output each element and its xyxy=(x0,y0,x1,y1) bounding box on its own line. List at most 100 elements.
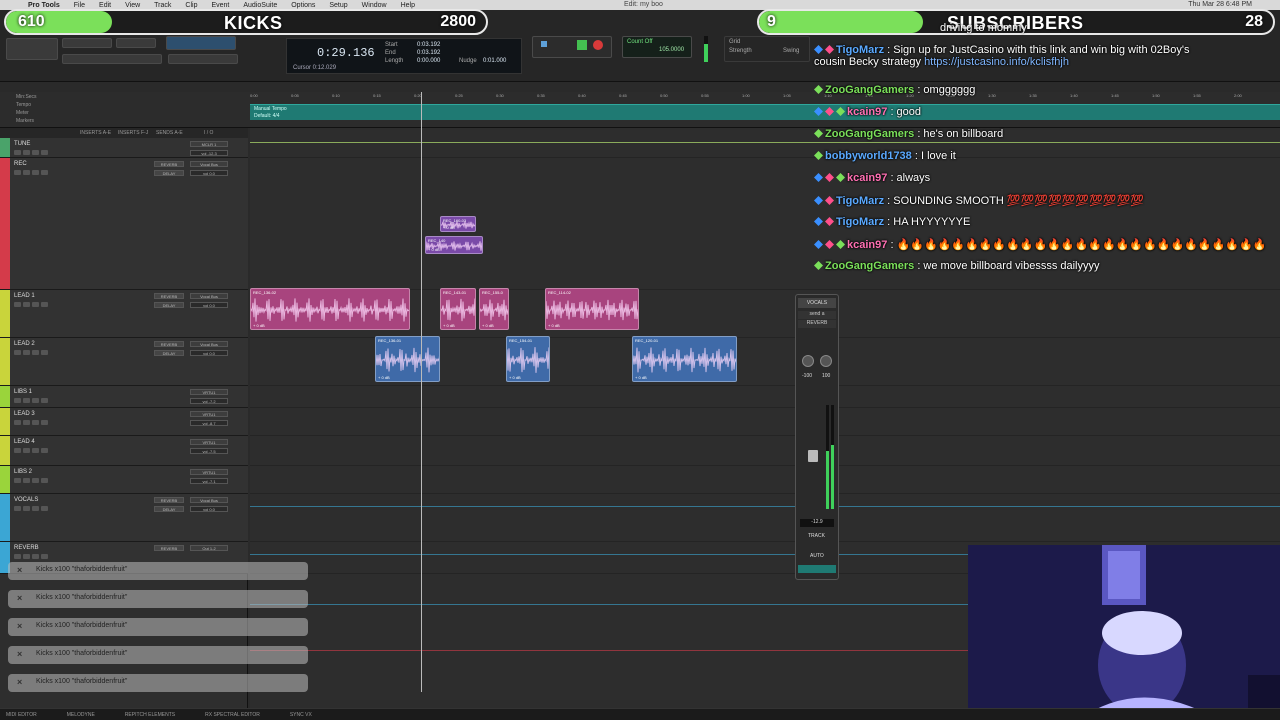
io-selector[interactable]: MCLR 1 xyxy=(190,141,228,147)
track-header[interactable]: TUNE MCLR 1 vol -12.3 xyxy=(0,138,248,158)
close-icon[interactable]: × xyxy=(17,677,22,687)
menu-item[interactable]: Help xyxy=(401,2,415,9)
io-selector[interactable]: Vocal Bus xyxy=(190,497,228,503)
grid-nudge-buttons[interactable] xyxy=(168,54,238,64)
input-monitor-button[interactable] xyxy=(23,448,30,453)
fader-level-value[interactable]: -12.9 xyxy=(800,519,834,527)
menu-item[interactable]: Setup xyxy=(329,2,347,9)
solo-button[interactable] xyxy=(32,398,39,403)
audio-clip[interactable]: REC_136-02 + 0 dB xyxy=(250,288,410,330)
menu-item[interactable]: Event xyxy=(211,2,229,9)
mute-button[interactable] xyxy=(41,170,48,175)
send-slot[interactable]: REVERB xyxy=(154,293,184,299)
mute-button[interactable] xyxy=(41,554,48,559)
close-icon[interactable]: × xyxy=(17,593,22,603)
playhead[interactable] xyxy=(421,92,422,692)
mute-button[interactable] xyxy=(41,478,48,483)
mute-button[interactable] xyxy=(41,302,48,307)
zoom-presets[interactable] xyxy=(116,38,156,48)
input-monitor-button[interactable] xyxy=(23,170,30,175)
track-height-buttons[interactable] xyxy=(62,54,162,64)
menu-item[interactable]: AudioSuite xyxy=(243,2,277,9)
record-arm-button[interactable] xyxy=(14,150,21,155)
volume-readout[interactable]: vol -7.5 xyxy=(190,448,228,454)
track-lane[interactable] xyxy=(250,466,1280,494)
chat-username[interactable]: kcain97 xyxy=(847,106,887,118)
record-arm-button[interactable] xyxy=(14,302,21,307)
volume-readout[interactable]: vol -7.2 xyxy=(190,398,228,404)
audio-clip[interactable]: REC_136-01 + 0 dB xyxy=(375,336,440,382)
chat-username[interactable]: ZooGangGamers xyxy=(825,84,914,96)
chat-username[interactable]: ZooGangGamers xyxy=(825,260,914,272)
midi-counter[interactable]: Count Off 105.0000 xyxy=(622,36,692,58)
chat-username[interactable]: TigoMarz xyxy=(836,195,884,207)
record-arm-button[interactable] xyxy=(14,170,21,175)
chat-username[interactable]: ZooGangGamers xyxy=(825,128,914,140)
input-monitor-button[interactable] xyxy=(23,554,30,559)
mute-button[interactable] xyxy=(41,398,48,403)
menu-item[interactable]: Clip xyxy=(185,2,197,9)
mute-button[interactable] xyxy=(41,420,48,425)
strip-auto-label[interactable]: AUTO xyxy=(810,553,824,559)
edit-mode-buttons[interactable] xyxy=(6,38,58,60)
solo-button[interactable] xyxy=(32,448,39,453)
audio-clip[interactable]: REC_143-01 + 0 dB xyxy=(440,288,476,330)
grid-settings[interactable]: Grid Strength Swing xyxy=(724,36,810,62)
volume-readout[interactable]: vol -7.1 xyxy=(190,478,228,484)
bottom-tab[interactable]: MELODYNE xyxy=(67,712,95,718)
chat-link[interactable]: https://justcasino.info/kclisfhjh xyxy=(924,56,1069,68)
track-header[interactable]: LIBS 2 VRTU1 vol -7.1 xyxy=(0,466,248,494)
track-name[interactable]: TUNE xyxy=(14,141,30,147)
track-header[interactable]: REC REVERB DELAY Vocal Bus vol 0.0 xyxy=(0,158,248,290)
record-arm-button[interactable] xyxy=(14,350,21,355)
audio-clip[interactable]: REC_155-0 + 0 dB xyxy=(479,288,509,330)
audio-clip[interactable]: REC_160-03 + 0 dB xyxy=(440,216,476,232)
tempo-marker[interactable]: Manual Tempo xyxy=(254,106,287,112)
audio-clip[interactable]: REC_140 + 0 dB xyxy=(425,236,483,254)
pan-right-knob[interactable] xyxy=(820,355,832,367)
menu-item[interactable]: Options xyxy=(291,2,315,9)
track-lane[interactable] xyxy=(250,494,1280,542)
record-arm-button[interactable] xyxy=(14,478,21,483)
zoom-buttons[interactable] xyxy=(62,38,112,48)
send-slot[interactable]: REVERB xyxy=(154,545,184,551)
send-slot[interactable]: DELAY xyxy=(154,170,184,176)
track-header[interactable]: VOCALS REVERB DELAY Vocal Bus vol 0.0 xyxy=(0,494,248,542)
volume-readout[interactable]: vol -8.7 xyxy=(190,420,228,426)
chat-username[interactable]: TigoMarz xyxy=(836,216,884,228)
menu-item[interactable]: Pro Tools xyxy=(28,2,60,9)
record-arm-button[interactable] xyxy=(14,506,21,511)
send-slot[interactable]: REVERB xyxy=(154,497,184,503)
strip-send[interactable]: REVERB xyxy=(798,320,836,328)
input-monitor-button[interactable] xyxy=(23,506,30,511)
count-off-label[interactable]: Count Off xyxy=(627,39,653,45)
bottom-tab[interactable]: RX SPECTRAL EDITOR xyxy=(205,712,260,718)
input-monitor-button[interactable] xyxy=(23,478,30,483)
send-slot[interactable]: REVERB xyxy=(154,161,184,167)
menu-item[interactable]: Edit xyxy=(99,2,111,9)
track-header[interactable]: LEAD 1 REVERB DELAY Vocal Bus vol 0.0 xyxy=(0,290,248,338)
meter-marker[interactable]: Default: 4/4 xyxy=(254,113,280,119)
tempo-value[interactable]: 105.0000 xyxy=(659,47,684,53)
track-name[interactable]: LEAD 2 xyxy=(14,341,35,347)
menu-item[interactable]: Track xyxy=(154,2,171,9)
send-slot[interactable]: DELAY xyxy=(154,302,184,308)
track-header[interactable]: LEAD 2 REVERB DELAY Vocal Bus vol 0.0 xyxy=(0,338,248,386)
io-selector[interactable]: VRTU1 xyxy=(190,469,228,475)
io-selector[interactable]: Vocal Bus xyxy=(190,341,228,347)
track-name[interactable]: LEAD 4 xyxy=(14,439,35,445)
volume-readout[interactable]: vol 0.0 xyxy=(190,170,228,176)
volume-readout[interactable]: vol -12.3 xyxy=(190,150,228,156)
play-icon[interactable] xyxy=(577,40,587,50)
end-value[interactable]: 0:03.192 xyxy=(417,50,440,56)
solo-button[interactable] xyxy=(32,302,39,307)
solo-button[interactable] xyxy=(32,478,39,483)
track-name[interactable]: LIBS 1 xyxy=(14,389,32,395)
menu-item[interactable]: Window xyxy=(362,2,387,9)
strip-insert[interactable]: send a xyxy=(798,311,836,319)
mute-button[interactable] xyxy=(41,448,48,453)
io-selector[interactable]: VRTU1 xyxy=(190,411,228,417)
nudge-value[interactable]: 0:01.000 xyxy=(483,58,506,64)
input-monitor-button[interactable] xyxy=(23,420,30,425)
rewind-icon[interactable] xyxy=(541,41,547,47)
